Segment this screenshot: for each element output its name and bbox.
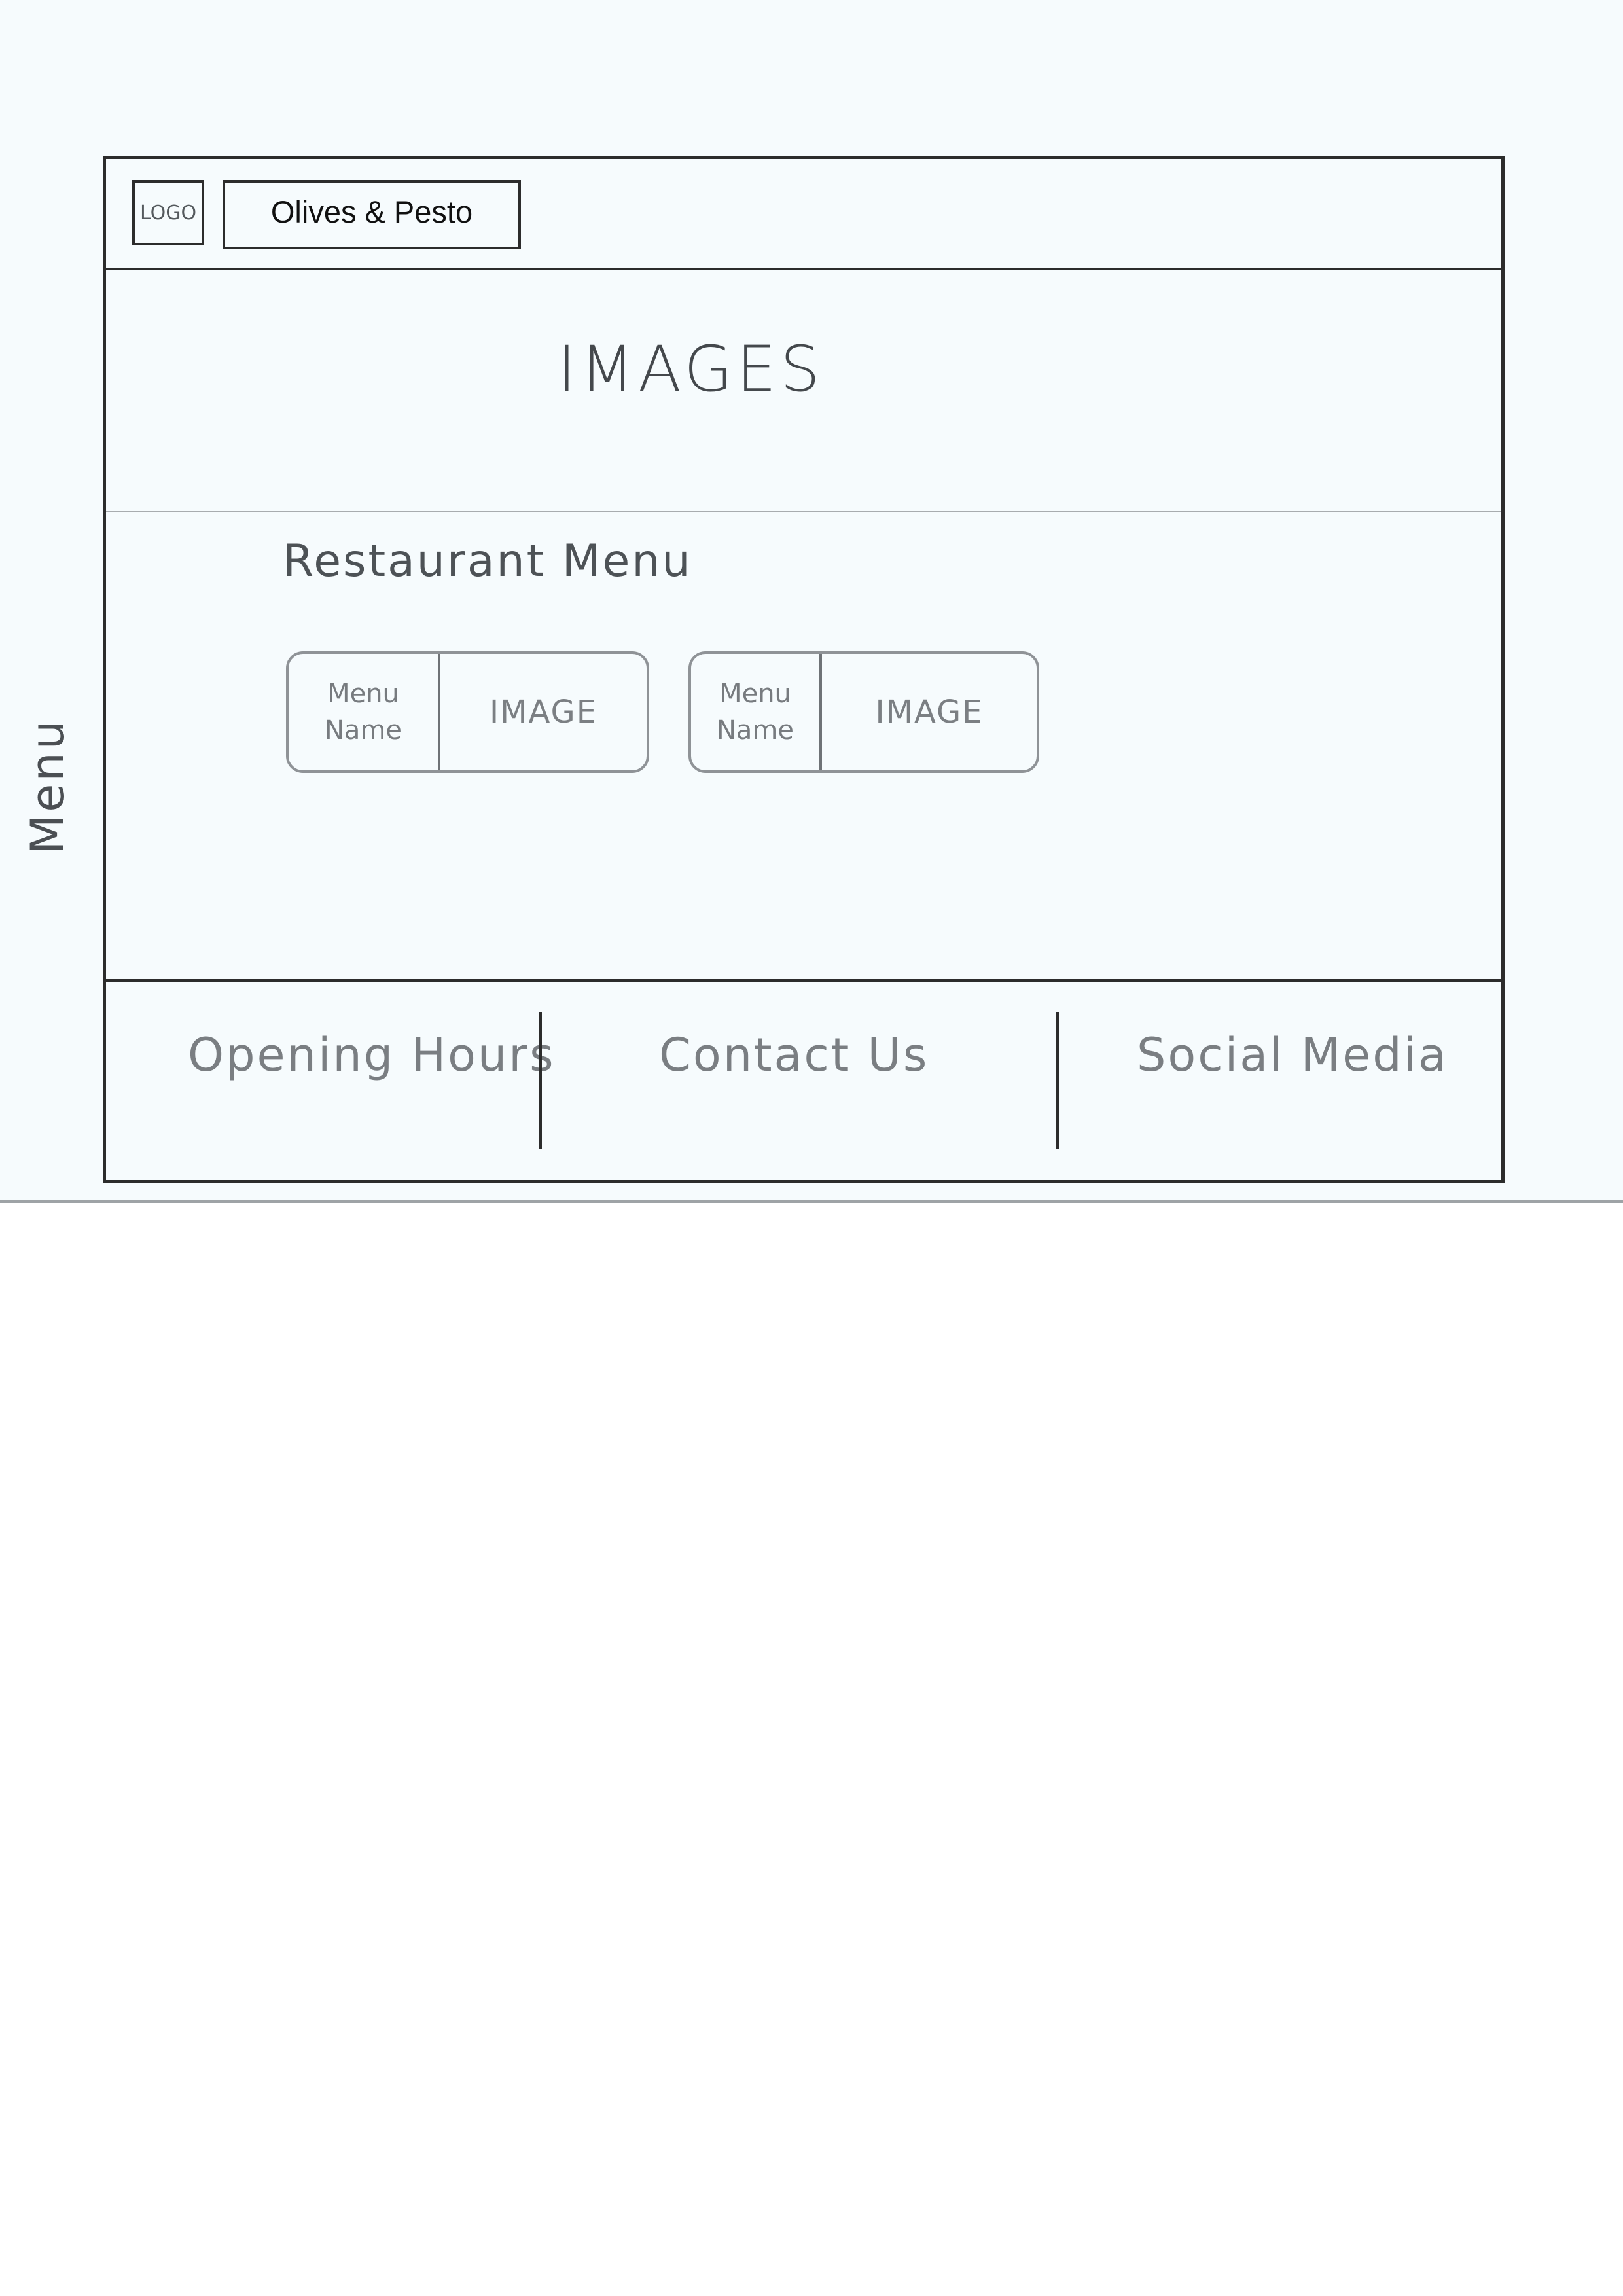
menu-card-name-line1: Menu bbox=[719, 679, 791, 709]
logo[interactable]: LOGO bbox=[132, 180, 204, 245]
footer-divider bbox=[539, 1012, 542, 1149]
restaurant-menu-title: Restaurant Menu bbox=[283, 535, 692, 587]
footer-opening-hours[interactable]: Opening Hours bbox=[188, 1028, 556, 1082]
menu-card-image: IMAGE bbox=[489, 694, 598, 730]
menu-card-name-line2: Name bbox=[324, 715, 402, 745]
footer-social-media[interactable]: Social Media bbox=[1137, 1028, 1448, 1082]
menu-card-name-line2: Name bbox=[716, 715, 794, 745]
footer-divider bbox=[1056, 1012, 1059, 1149]
menu-card-image: IMAGE bbox=[875, 694, 984, 730]
menu-card-name-line1: Menu bbox=[327, 679, 399, 709]
brand-name[interactable]: Olives & Pesto bbox=[223, 180, 521, 249]
footer-contact-us[interactable]: Contact Us bbox=[659, 1028, 929, 1082]
side-menu-toggle[interactable]: Menu bbox=[18, 713, 75, 854]
section-divider bbox=[106, 511, 1501, 512]
hero-images-label: IMAGES bbox=[558, 332, 825, 406]
site-footer: Opening Hours Contact Us Social Media bbox=[106, 979, 1501, 1183]
hero-images: IMAGES bbox=[106, 270, 1501, 519]
menu-card[interactable]: Menu Name IMAGE bbox=[688, 651, 1039, 773]
site-header: LOGO Olives & Pesto bbox=[106, 159, 1501, 270]
menu-card-name: Menu Name bbox=[289, 654, 440, 770]
page-frame: LOGO Olives & Pesto IMAGES Restaurant Me… bbox=[103, 156, 1505, 1183]
paper-edge bbox=[0, 1200, 1623, 1203]
menu-card-name: Menu Name bbox=[691, 654, 822, 770]
menu-card[interactable]: Menu Name IMAGE bbox=[286, 651, 649, 773]
side-menu-label: Menu bbox=[21, 717, 75, 855]
